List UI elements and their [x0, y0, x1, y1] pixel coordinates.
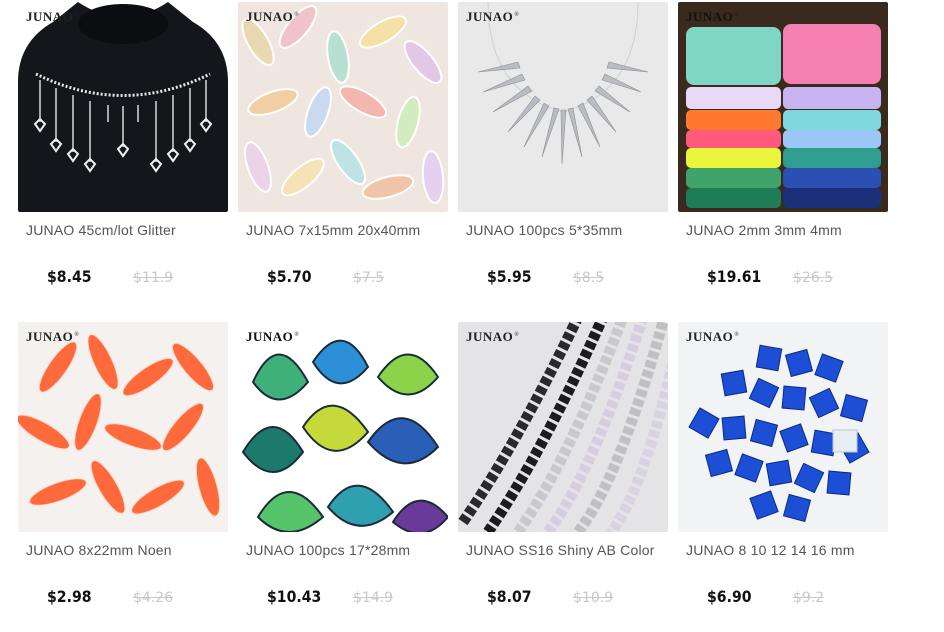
product-image[interactable]: JUNAO®: [458, 322, 668, 532]
product-old-price: $26.5: [793, 270, 834, 286]
product-title[interactable]: JUNAO SS16 Shiny AB Color: [466, 542, 666, 558]
product-old-price: $11.9: [133, 270, 174, 286]
product-title[interactable]: JUNAO 2mm 3mm 4mm: [686, 222, 886, 238]
brand-logo: JUNAO®: [26, 329, 80, 344]
brand-logo: JUNAO®: [26, 9, 80, 24]
rhinestone-chain-image: [458, 322, 668, 532]
square-stones-image: [678, 322, 888, 532]
product-price: $2.98: [47, 587, 92, 606]
spike-necklace-image: [458, 2, 668, 212]
product-title[interactable]: JUNAO 7x15mm 20x40mm: [246, 222, 446, 238]
product-old-price: $8.5: [573, 270, 605, 286]
product-image[interactable]: JUNAO®: [678, 2, 888, 212]
marquise-stones-image: [238, 2, 448, 212]
product-image[interactable]: JUNAO®: [238, 2, 448, 212]
product-price: $19.61: [707, 267, 762, 286]
brand-logo: JUNAO®: [686, 329, 740, 344]
product-old-price: $4.26: [133, 590, 174, 606]
product-title[interactable]: JUNAO 45cm/lot Glitter: [26, 222, 226, 238]
product-price: $5.70: [267, 267, 312, 286]
product-old-price: $14.9: [353, 590, 394, 606]
product-old-price: $9.2: [793, 590, 825, 606]
product-price: $10.43: [267, 587, 322, 606]
neon-stones-image: [18, 322, 228, 532]
brand-logo: JUNAO®: [466, 329, 520, 344]
product-card[interactable]: JUNAO® JUNAO 8 10 12 14 16 mm $6.90 $9.2: [678, 322, 888, 632]
brand-logo: JUNAO®: [246, 9, 300, 24]
product-card[interactable]: JUNAO® JUNAO SS16 Shiny AB Color $8.07 $…: [458, 322, 668, 632]
product-title[interactable]: JUNAO 100pcs 17*28mm: [246, 542, 446, 558]
product-old-price: $10.9: [573, 590, 614, 606]
product-price: $8.07: [487, 587, 532, 606]
product-image[interactable]: JUNAO®: [678, 322, 888, 532]
product-title[interactable]: JUNAO 8 10 12 14 16 mm: [686, 542, 886, 558]
rhinestone-bags-image: [678, 2, 888, 212]
brand-logo: JUNAO®: [246, 329, 300, 344]
product-grid: JUNAO® JUNAO 45cm/lot Glitter $8.45 $11.…: [0, 0, 944, 624]
product-card[interactable]: JUNAO® JUNAO 8x22mm Noen $2.98 $4.26: [18, 322, 228, 632]
product-price: $8.45: [47, 267, 92, 286]
product-image[interactable]: JUNAO®: [18, 322, 228, 532]
product-card[interactable]: JUNAO® JUNAO 2mm 3mm 4mm $19.61 $26.5: [678, 2, 888, 312]
product-title[interactable]: JUNAO 8x22mm Noen: [26, 542, 226, 558]
product-title[interactable]: JUNAO 100pcs 5*35mm: [466, 222, 666, 238]
product-card[interactable]: JUNAO® JUNAO 100pcs 5*35mm $5.95 $8.5: [458, 2, 668, 312]
product-image[interactable]: JUNAO®: [458, 2, 668, 212]
brand-logo: JUNAO®: [686, 9, 740, 24]
necklace-image: [18, 2, 228, 212]
product-image[interactable]: JUNAO®: [18, 2, 228, 212]
product-price: $6.90: [707, 587, 752, 606]
product-old-price: $7.5: [353, 270, 385, 286]
product-card[interactable]: JUNAO® JUNAO 100pcs 17*28mm $10.43 $14.9: [238, 322, 448, 632]
product-price: $5.95: [487, 267, 532, 286]
product-image[interactable]: JUNAO®: [238, 322, 448, 532]
product-card[interactable]: JUNAO® JUNAO 45cm/lot Glitter $8.45 $11.…: [18, 2, 228, 312]
product-card[interactable]: JUNAO® JUNAO 7x15mm 20x40mm $5.70 $7.5: [238, 2, 448, 312]
teardrop-stones-image: [238, 322, 448, 532]
brand-logo: JUNAO®: [466, 9, 520, 24]
